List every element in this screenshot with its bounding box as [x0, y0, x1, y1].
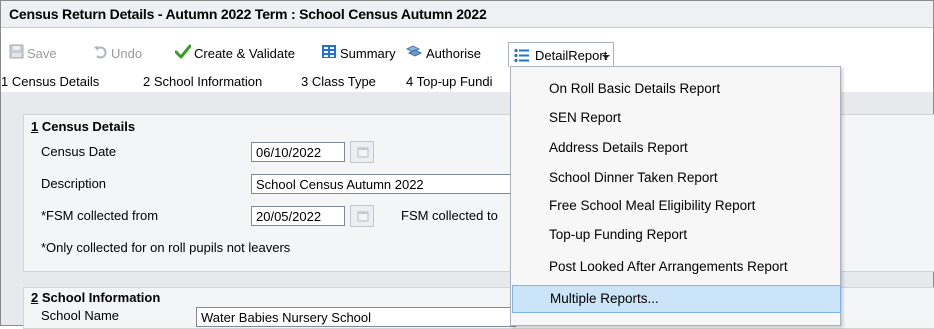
calendar-icon [357, 147, 369, 158]
tab-top-up-funding[interactable]: 4 Top-up Fundi [406, 74, 493, 89]
menu-item-address-details[interactable]: Address Details Report [511, 134, 840, 162]
save-label: Save [27, 45, 57, 61]
tab-class-type[interactable]: 3 Class Type [301, 74, 376, 89]
census-date-calendar-button[interactable] [350, 141, 374, 163]
summary-button[interactable]: Summary [321, 42, 396, 64]
menu-item-free-school-meal-eligibility[interactable]: Free School Meal Eligibility Report [511, 192, 840, 220]
undo-label: Undo [111, 45, 143, 61]
summary-label: Summary [340, 45, 396, 61]
detail-report-menu: On Roll Basic Details Report SEN Report … [510, 66, 841, 326]
census-date-field[interactable]: 06/10/2022 [251, 142, 345, 162]
summary-grid-icon [321, 44, 337, 62]
save-button[interactable]: Save [9, 42, 57, 64]
description-field[interactable]: School Census Autumn 2022 [251, 174, 513, 194]
title-bar: Census Return Details - Autumn 2022 Term… [1, 1, 933, 28]
fsm-to-label: FSM collected to [401, 208, 498, 223]
school-name-label: School Name [41, 308, 120, 323]
undo-arrow-icon [93, 44, 108, 62]
authorise-button[interactable]: Authorise [405, 42, 481, 64]
tab-census-details[interactable]: 1 Census Details [1, 74, 99, 89]
menu-item-post-looked-after-arrangements[interactable]: Post Looked After Arrangements Report [511, 253, 840, 281]
authorise-label: Authorise [426, 45, 481, 61]
toolbar: Save Undo Create & Validate Summary Auth… [1, 42, 933, 66]
description-label: Description [41, 176, 107, 191]
census-date-label: Census Date [41, 144, 117, 159]
section-tabs: 1 Census Details 2 School Information 3 … [1, 72, 521, 92]
floppy-disk-icon [9, 44, 24, 62]
caret-down-icon [602, 49, 610, 64]
menu-item-school-dinner-taken[interactable]: School Dinner Taken Report [511, 164, 840, 192]
menu-item-top-up-funding[interactable]: Top-up Funding Report [511, 221, 840, 249]
census-details-heading: 1 Census Details [31, 119, 136, 134]
window-title: Census Return Details - Autumn 2022 Term… [9, 6, 487, 22]
menu-item-on-roll-basic-details[interactable]: On Roll Basic Details Report [511, 75, 840, 103]
undo-button[interactable]: Undo [93, 42, 142, 64]
calendar-icon [357, 211, 369, 222]
menu-item-sen-report[interactable]: SEN Report [511, 104, 840, 132]
detail-report-dropdown-button[interactable]: DetailReport [508, 42, 614, 67]
list-icon [514, 48, 530, 66]
school-name-field[interactable]: Water Babies Nursery School [196, 307, 516, 327]
fsm-from-field[interactable]: 20/05/2022 [251, 206, 345, 226]
authorise-icon [405, 44, 423, 62]
menu-item-multiple-reports[interactable]: Multiple Reports... [512, 285, 841, 313]
green-check-icon [174, 44, 192, 62]
create-validate-label: Create & Validate [194, 45, 295, 61]
fsm-from-label: *FSM collected from [41, 208, 159, 223]
fsm-note: *Only collected for on roll pupils not l… [41, 240, 291, 255]
tab-school-information[interactable]: 2 School Information [143, 74, 262, 89]
detail-report-label: DetailReport [535, 48, 608, 63]
create-validate-button[interactable]: Create & Validate [174, 42, 295, 64]
fsm-from-calendar-button[interactable] [350, 205, 374, 227]
school-information-heading: 2 School Information [31, 290, 161, 305]
